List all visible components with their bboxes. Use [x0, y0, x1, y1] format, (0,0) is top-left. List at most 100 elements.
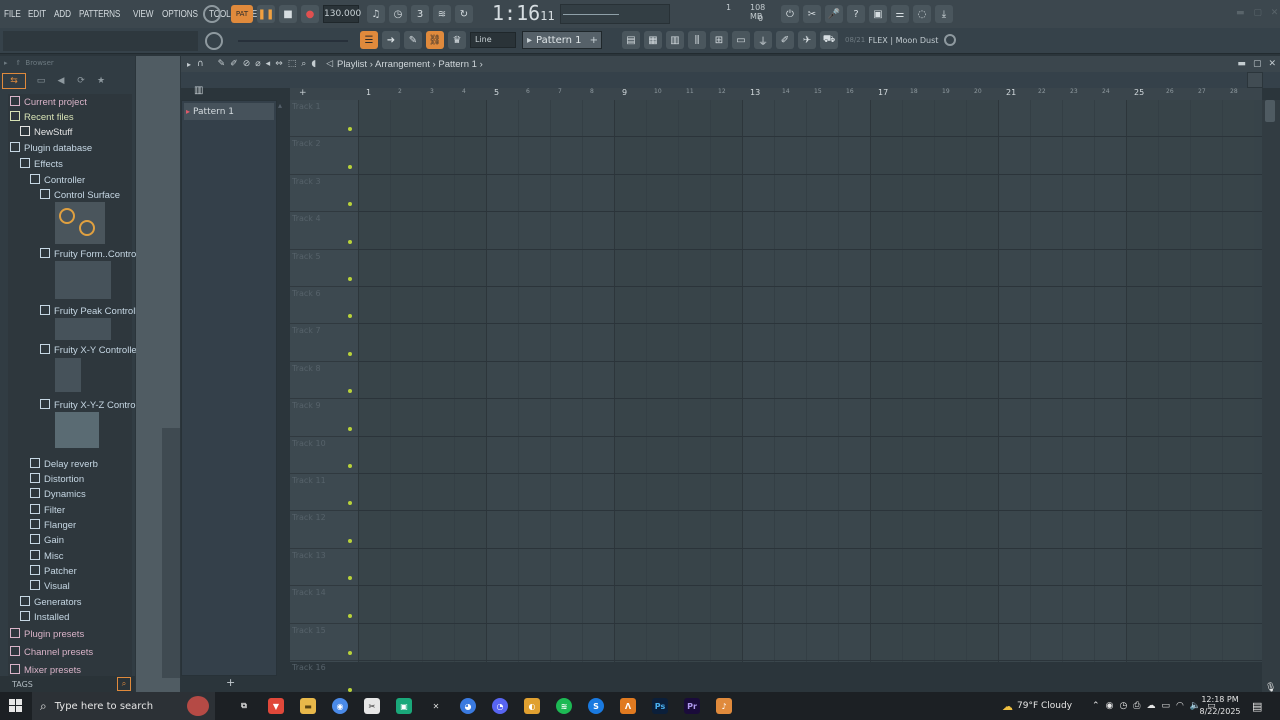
- paint-tool-icon[interactable]: ✐: [230, 59, 238, 69]
- track-header[interactable]: Track 13: [290, 549, 358, 587]
- weather-icon[interactable]: ☁: [1002, 700, 1013, 713]
- capcut-icon[interactable]: ✂: [364, 698, 380, 714]
- wifi-icon[interactable]: ◠: [1176, 701, 1184, 711]
- track-mute-led[interactable]: [348, 314, 352, 319]
- browser-item-plugin-database[interactable]: Plugin database: [10, 142, 92, 154]
- metronome-icon[interactable]: ♫: [367, 5, 385, 23]
- browser-item-gain[interactable]: Gain: [30, 534, 64, 546]
- track-mute-led[interactable]: [348, 426, 352, 431]
- track-header[interactable]: Track 6: [290, 287, 358, 325]
- capcut-alt-icon[interactable]: ✕: [428, 698, 444, 714]
- tray-cloud-icon[interactable]: ☁: [1147, 701, 1156, 711]
- speaker-icon[interactable]: ◁: [326, 59, 333, 69]
- track-header[interactable]: Track 7: [290, 324, 358, 362]
- track-header[interactable]: Track 8: [290, 362, 358, 400]
- menu-view[interactable]: VIEW: [133, 9, 153, 20]
- scrollbar-thumb[interactable]: [1265, 100, 1275, 122]
- browser-all-icon[interactable]: ⇆: [2, 73, 26, 89]
- browser-item-dynamics[interactable]: Dynamics: [30, 488, 86, 500]
- stamp-icon[interactable]: ♛: [448, 31, 466, 49]
- delete-tool-icon[interactable]: ⊘: [243, 59, 251, 69]
- browser-item-installed[interactable]: Installed: [20, 611, 69, 623]
- browser-item-flanger[interactable]: Flanger: [30, 519, 76, 531]
- tools-icon[interactable]: ✂: [803, 5, 821, 23]
- help-icon[interactable]: ?: [847, 5, 865, 23]
- messenger-icon[interactable]: ◕: [460, 698, 476, 714]
- master-volume-knob[interactable]: [205, 32, 223, 50]
- wait-input-icon[interactable]: ◷: [389, 5, 407, 23]
- track-header[interactable]: Track 1: [290, 100, 358, 138]
- browser-back-icon[interactable]: ◀: [51, 76, 71, 86]
- track-header[interactable]: Track 10: [290, 437, 358, 474]
- pattern-select[interactable]: ▸ Pattern 1 +: [522, 31, 602, 49]
- playback-tool-icon[interactable]: ◖: [311, 59, 316, 69]
- fl-studio-icon[interactable]: ♪: [716, 698, 732, 714]
- notifications-icon[interactable]: ▤: [1252, 700, 1262, 713]
- weather-label[interactable]: 79°F Cloudy: [1017, 701, 1072, 711]
- task-view-icon[interactable]: ⧉: [236, 698, 252, 714]
- track-header[interactable]: Track 11: [290, 474, 358, 512]
- arrow-icon[interactable]: ➜: [382, 31, 400, 49]
- browser-refresh-icon[interactable]: ⟳: [71, 76, 91, 86]
- tray-expand-icon[interactable]: ⌃: [1092, 701, 1100, 711]
- tray-app-icon[interactable]: ◉: [1106, 701, 1114, 711]
- pause-button[interactable]: ❚❚: [257, 5, 275, 23]
- track-mute-led[interactable]: [348, 127, 352, 132]
- track-header[interactable]: Track 5: [290, 250, 358, 287]
- track-mute-led[interactable]: [348, 351, 352, 356]
- master-pitch-slider[interactable]: [238, 40, 348, 42]
- brush-icon[interactable]: ✐: [776, 31, 794, 49]
- browser-item-plugin-presets[interactable]: Plugin presets: [10, 628, 84, 640]
- playlist-menu-arrow[interactable]: ▸: [187, 60, 191, 69]
- bar-ruler[interactable]: 1 2 3 4 5 6 7 8 9 10 11 12 13 14 15 16 17 18 19 20 21 22 23 24 2…: [290, 88, 1262, 100]
- track-mute-led[interactable]: [348, 389, 352, 394]
- power-icon[interactable]: ⏻: [781, 5, 799, 23]
- menu-add[interactable]: ADD: [54, 9, 71, 20]
- browser-item-fruity-peak-controller[interactable]: Fruity Peak Controller: [40, 305, 146, 317]
- plug-icon[interactable]: ⏚: [754, 31, 772, 49]
- close-icon[interactable]: ✕: [1271, 8, 1279, 18]
- mixer-icon[interactable]: ⚌: [891, 5, 909, 23]
- search-highlight-icon[interactable]: [187, 696, 209, 716]
- premiere-icon[interactable]: Pr: [684, 698, 700, 714]
- taskbar-clock[interactable]: 12:18 PM 8/22/2025: [1196, 694, 1244, 718]
- track-header[interactable]: Track 3: [290, 175, 358, 213]
- mixer-window-icon[interactable]: ⫼: [688, 31, 706, 49]
- browser-item-newstuff[interactable]: NewStuff: [20, 126, 72, 138]
- magnet-icon[interactable]: ∩: [197, 59, 204, 69]
- add-track-icon[interactable]: +: [299, 88, 307, 98]
- photoshop-icon[interactable]: Ps: [652, 698, 668, 714]
- browser-item-fruity-x-y-z-controller[interactable]: Fruity X-Y-Z Controller: [40, 399, 148, 411]
- chrome-icon[interactable]: ◉: [332, 698, 348, 714]
- breadcrumb-pattern[interactable]: Pattern 1: [438, 59, 477, 70]
- track-header[interactable]: Track 15: [290, 624, 358, 661]
- plugin-picker-icon[interactable]: ⊞: [710, 31, 728, 49]
- track-header[interactable]: Track 12: [290, 511, 358, 549]
- browser-item-recent-files[interactable]: Recent files: [10, 111, 74, 123]
- browser-item-delay-reverb[interactable]: Delay reverb: [30, 458, 98, 470]
- pattern-list-item[interactable]: ▸ Pattern 1: [184, 103, 274, 120]
- playlist-minimize-icon[interactable]: ▬: [1237, 59, 1246, 69]
- discord-icon[interactable]: ◔: [492, 698, 508, 714]
- tray-display-icon[interactable]: ▭: [1162, 701, 1171, 711]
- track-mute-led[interactable]: [348, 613, 352, 618]
- plugin-news[interactable]: FLEX | Moon Dust: [868, 36, 938, 45]
- browser-item-misc[interactable]: Misc: [30, 550, 64, 562]
- pattern-scroll[interactable]: ▴: [278, 101, 286, 111]
- tray-clock-icon[interactable]: ◷: [1119, 701, 1127, 711]
- track-header[interactable]: Track 2: [290, 137, 358, 175]
- windows-start-icon[interactable]: [9, 699, 23, 713]
- track-mute-led[interactable]: [348, 463, 352, 468]
- brave-icon[interactable]: ▼: [268, 698, 284, 714]
- news-globe-icon[interactable]: [944, 34, 957, 46]
- track-mute-led[interactable]: [348, 501, 352, 506]
- breadcrumb-playlist[interactable]: Playlist: [337, 59, 367, 70]
- channel-rack-icon[interactable]: ▥: [666, 31, 684, 49]
- zoom-tool-icon[interactable]: ⌕: [301, 59, 306, 69]
- terminal-icon[interactable]: ▣: [396, 698, 412, 714]
- save-icon[interactable]: ▣: [869, 5, 887, 23]
- taskbar-search[interactable]: ⌕ Type here to search: [32, 692, 215, 720]
- slice-tool-icon[interactable]: ⇔: [275, 59, 283, 69]
- track-mute-led[interactable]: [348, 650, 352, 655]
- draw-tool-icon[interactable]: ✎: [218, 59, 226, 69]
